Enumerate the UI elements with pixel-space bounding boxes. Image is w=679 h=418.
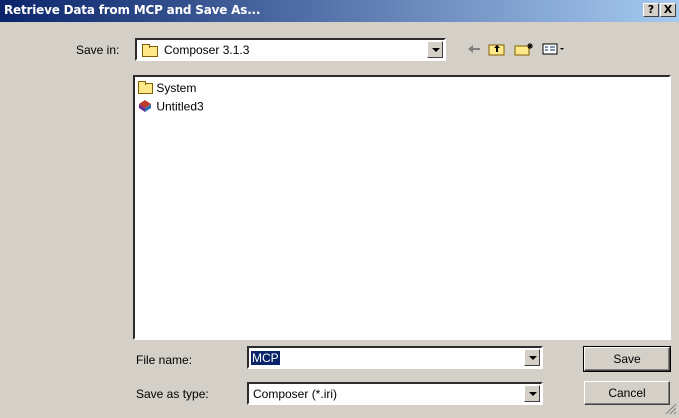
file-list-view[interactable]: System Untitled3 — [133, 75, 671, 340]
save-in-value: Composer 3.1.3 — [164, 43, 250, 57]
new-folder-icon[interactable] — [514, 42, 534, 56]
save-as-type-label: Save as type: — [136, 387, 209, 401]
title-bar[interactable]: Retrieve Data from MCP and Save As... ? … — [0, 0, 679, 22]
list-item-label: System — [156, 81, 197, 95]
cancel-button[interactable]: Cancel — [584, 381, 670, 405]
folder-icon — [142, 44, 158, 57]
composer-file-icon — [138, 99, 153, 116]
save-in-label: Save in: — [76, 43, 120, 57]
save-button[interactable]: Save — [583, 346, 671, 372]
save-as-dialog: Retrieve Data from MCP and Save As... ? … — [0, 0, 679, 417]
cancel-button-label: Cancel — [608, 386, 646, 400]
file-name-dropdown-button[interactable] — [524, 349, 540, 366]
close-button[interactable]: X — [660, 3, 676, 17]
list-item[interactable]: Untitled3 — [138, 99, 204, 116]
save-as-type-value: Composer (*.iri) — [253, 387, 338, 401]
list-item-label: Untitled3 — [156, 99, 204, 114]
file-name-input[interactable]: MCP — [251, 351, 280, 365]
help-icon: ? — [647, 3, 655, 16]
resize-grip[interactable] — [665, 403, 677, 415]
list-item[interactable]: System — [138, 81, 196, 95]
close-icon: X — [663, 3, 673, 16]
up-one-level-icon[interactable] — [488, 42, 506, 56]
back-arrow-icon[interactable] — [466, 42, 482, 56]
file-name-label: File name: — [136, 353, 193, 367]
save-as-type-select[interactable]: Composer (*.iri) — [247, 382, 543, 405]
save-in-combobox[interactable]: Composer 3.1.3 — [135, 38, 446, 61]
help-button[interactable]: ? — [643, 3, 659, 17]
file-name-combobox[interactable]: MCP — [247, 346, 543, 369]
view-menu-icon[interactable] — [542, 42, 566, 56]
window-title: Retrieve Data from MCP and Save As... — [4, 3, 261, 17]
save-as-type-dropdown-button[interactable] — [524, 385, 540, 402]
save-button-label: Save — [613, 352, 641, 366]
save-in-dropdown-button[interactable] — [427, 41, 443, 58]
folder-icon — [138, 81, 153, 95]
